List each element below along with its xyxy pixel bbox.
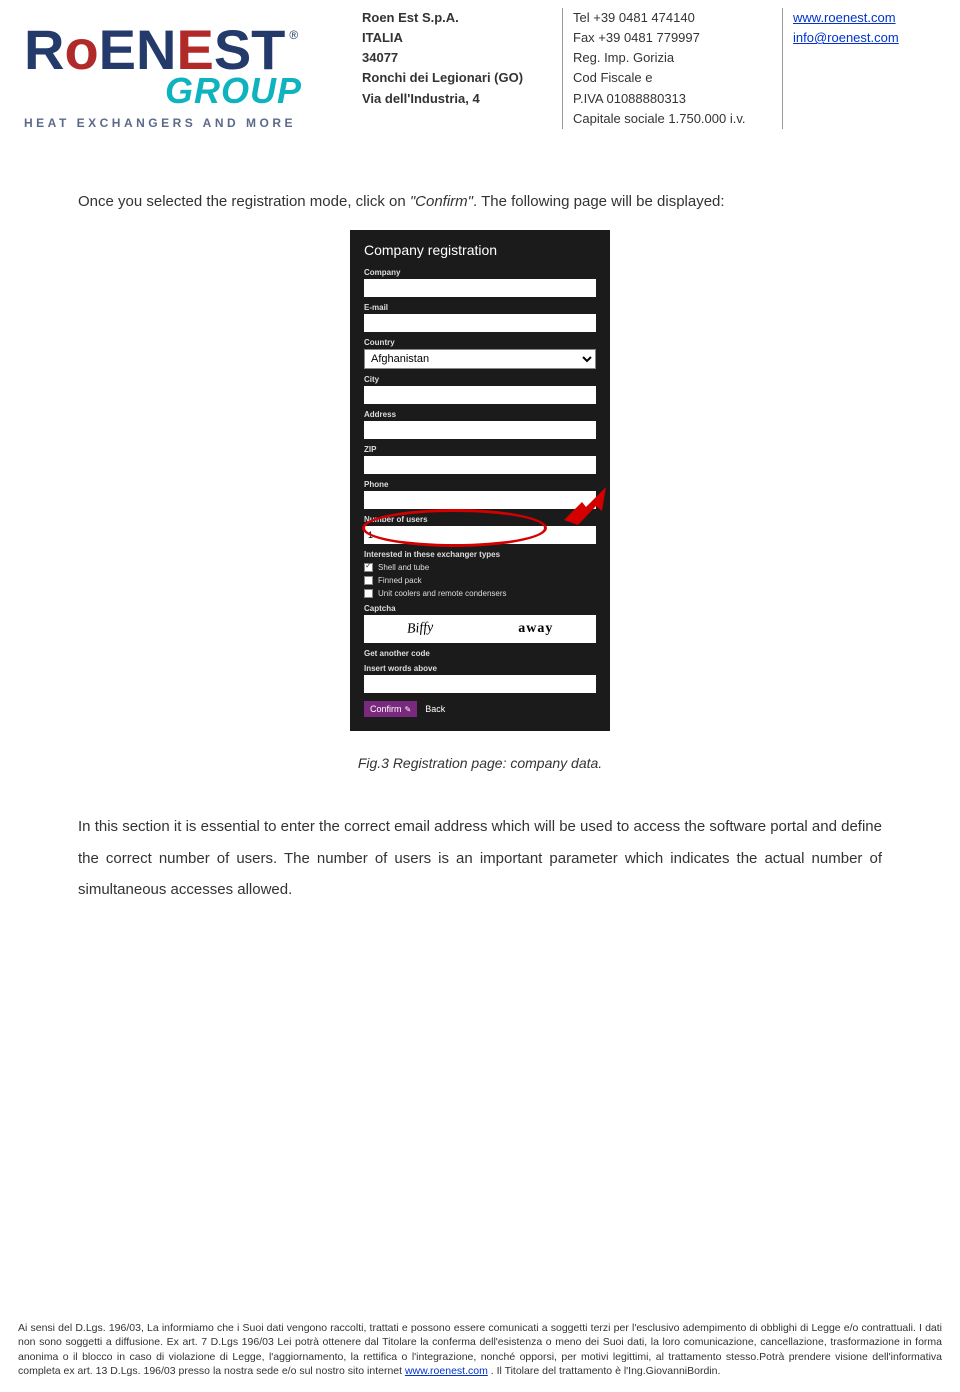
form-title: Company registration xyxy=(364,242,596,258)
captcha-input[interactable] xyxy=(364,675,596,693)
page-header: RoENEST ® GROUP HEAT EXCHANGERS AND MORE… xyxy=(18,8,942,130)
intro-paragraph: Once you selected the registration mode,… xyxy=(78,185,882,218)
check-unit-row[interactable]: Unit coolers and remote condensers xyxy=(364,589,596,598)
checkbox-icon[interactable] xyxy=(364,563,373,572)
piva: P.IVA 01088880313 xyxy=(573,89,772,109)
email-field[interactable] xyxy=(364,314,596,332)
capitale: Capitale sociale 1.750.000 i.v. xyxy=(573,109,772,129)
header-info: Roen Est S.p.A. ITALIA 34077 Ronchi dei … xyxy=(362,8,942,129)
label-phone: Phone xyxy=(364,480,596,489)
confirm-button-label: Confirm xyxy=(370,704,402,714)
label-address: Address xyxy=(364,410,596,419)
figure-caption: Fig.3 Registration page: company data. xyxy=(18,755,942,771)
pencil-icon: ✎ xyxy=(405,705,412,714)
header-contact: Tel +39 0481 474140 Fax +39 0481 779997 … xyxy=(562,8,782,129)
label-interested: Interested in these exchanger types xyxy=(364,550,596,559)
explanation-paragraph: In this section it is essential to enter… xyxy=(78,811,882,906)
logo: RoENEST ® GROUP HEAT EXCHANGERS AND MORE xyxy=(18,8,302,130)
check-shell-row[interactable]: Shell and tube xyxy=(364,563,596,572)
zip-field[interactable] xyxy=(364,456,596,474)
registered-mark: ® xyxy=(289,28,298,42)
postal-code: 34077 xyxy=(362,48,552,68)
get-another-code[interactable]: Get another code xyxy=(364,649,596,658)
label-city: City xyxy=(364,375,596,384)
back-button[interactable]: Back xyxy=(425,704,445,714)
label-captcha: Captcha xyxy=(364,604,596,613)
check-shell-label: Shell and tube xyxy=(378,563,429,572)
captcha-word-2: away xyxy=(518,621,553,637)
company-name: Roen Est S.p.A. xyxy=(362,8,552,28)
label-num-users: Number of users xyxy=(364,515,596,524)
label-zip: ZIP xyxy=(364,445,596,454)
checkbox-icon[interactable] xyxy=(364,576,373,585)
tel: Tel +39 0481 474140 xyxy=(573,8,772,28)
num-users-field[interactable] xyxy=(364,526,596,544)
check-finned-row[interactable]: Finned pack xyxy=(364,576,596,585)
check-finned-label: Finned pack xyxy=(378,576,422,585)
website-link[interactable]: www.roenest.com xyxy=(793,10,896,25)
country-select[interactable]: Afghanistan xyxy=(364,349,596,369)
intro-text-b: . The following page will be displayed: xyxy=(473,193,725,210)
city-line: Ronchi dei Legionari (GO) xyxy=(362,68,552,88)
street: Via dell'Industria, 4 xyxy=(362,89,552,109)
logo-letter: R xyxy=(24,18,64,81)
check-unit-label: Unit coolers and remote condensers xyxy=(378,589,507,598)
logo-tagline: HEAT EXCHANGERS AND MORE xyxy=(24,116,302,130)
confirm-button[interactable]: Confirm ✎ xyxy=(364,701,417,717)
header-address: Roen Est S.p.A. ITALIA 34077 Ronchi dei … xyxy=(362,8,562,129)
country: ITALIA xyxy=(362,28,552,48)
logo-letter: o xyxy=(64,18,98,81)
checkbox-icon[interactable] xyxy=(364,589,373,598)
captcha-word-1: Biffy xyxy=(406,620,433,638)
city-field[interactable] xyxy=(364,386,596,404)
address-field[interactable] xyxy=(364,421,596,439)
reg-imp: Reg. Imp. Gorizia xyxy=(573,48,772,68)
legal-footer: Ai sensi del D.Lgs. 196/03, La informiam… xyxy=(18,1321,942,1378)
footer-link[interactable]: www.roenest.com xyxy=(405,1365,488,1377)
registration-form-screenshot: Company registration Company E-mail Coun… xyxy=(350,230,610,731)
fax: Fax +39 0481 779997 xyxy=(573,28,772,48)
label-email: E-mail xyxy=(364,303,596,312)
label-company: Company xyxy=(364,268,596,277)
email-link[interactable]: info@roenest.com xyxy=(793,30,899,45)
phone-field[interactable] xyxy=(364,491,596,509)
company-field[interactable] xyxy=(364,279,596,297)
label-insert-words: Insert words above xyxy=(364,664,596,673)
label-country: Country xyxy=(364,338,596,347)
captcha-image: Biffy away xyxy=(364,615,596,643)
intro-text-a: Once you selected the registration mode,… xyxy=(78,193,410,210)
footer-text-b: . Il Titolare del trattamento è l'Ing.Gi… xyxy=(488,1365,721,1377)
confirm-quote: "Confirm" xyxy=(410,193,473,210)
header-links: www.roenest.com info@roenest.com xyxy=(782,8,942,129)
cod-fiscale: Cod Fiscale e xyxy=(573,68,772,88)
